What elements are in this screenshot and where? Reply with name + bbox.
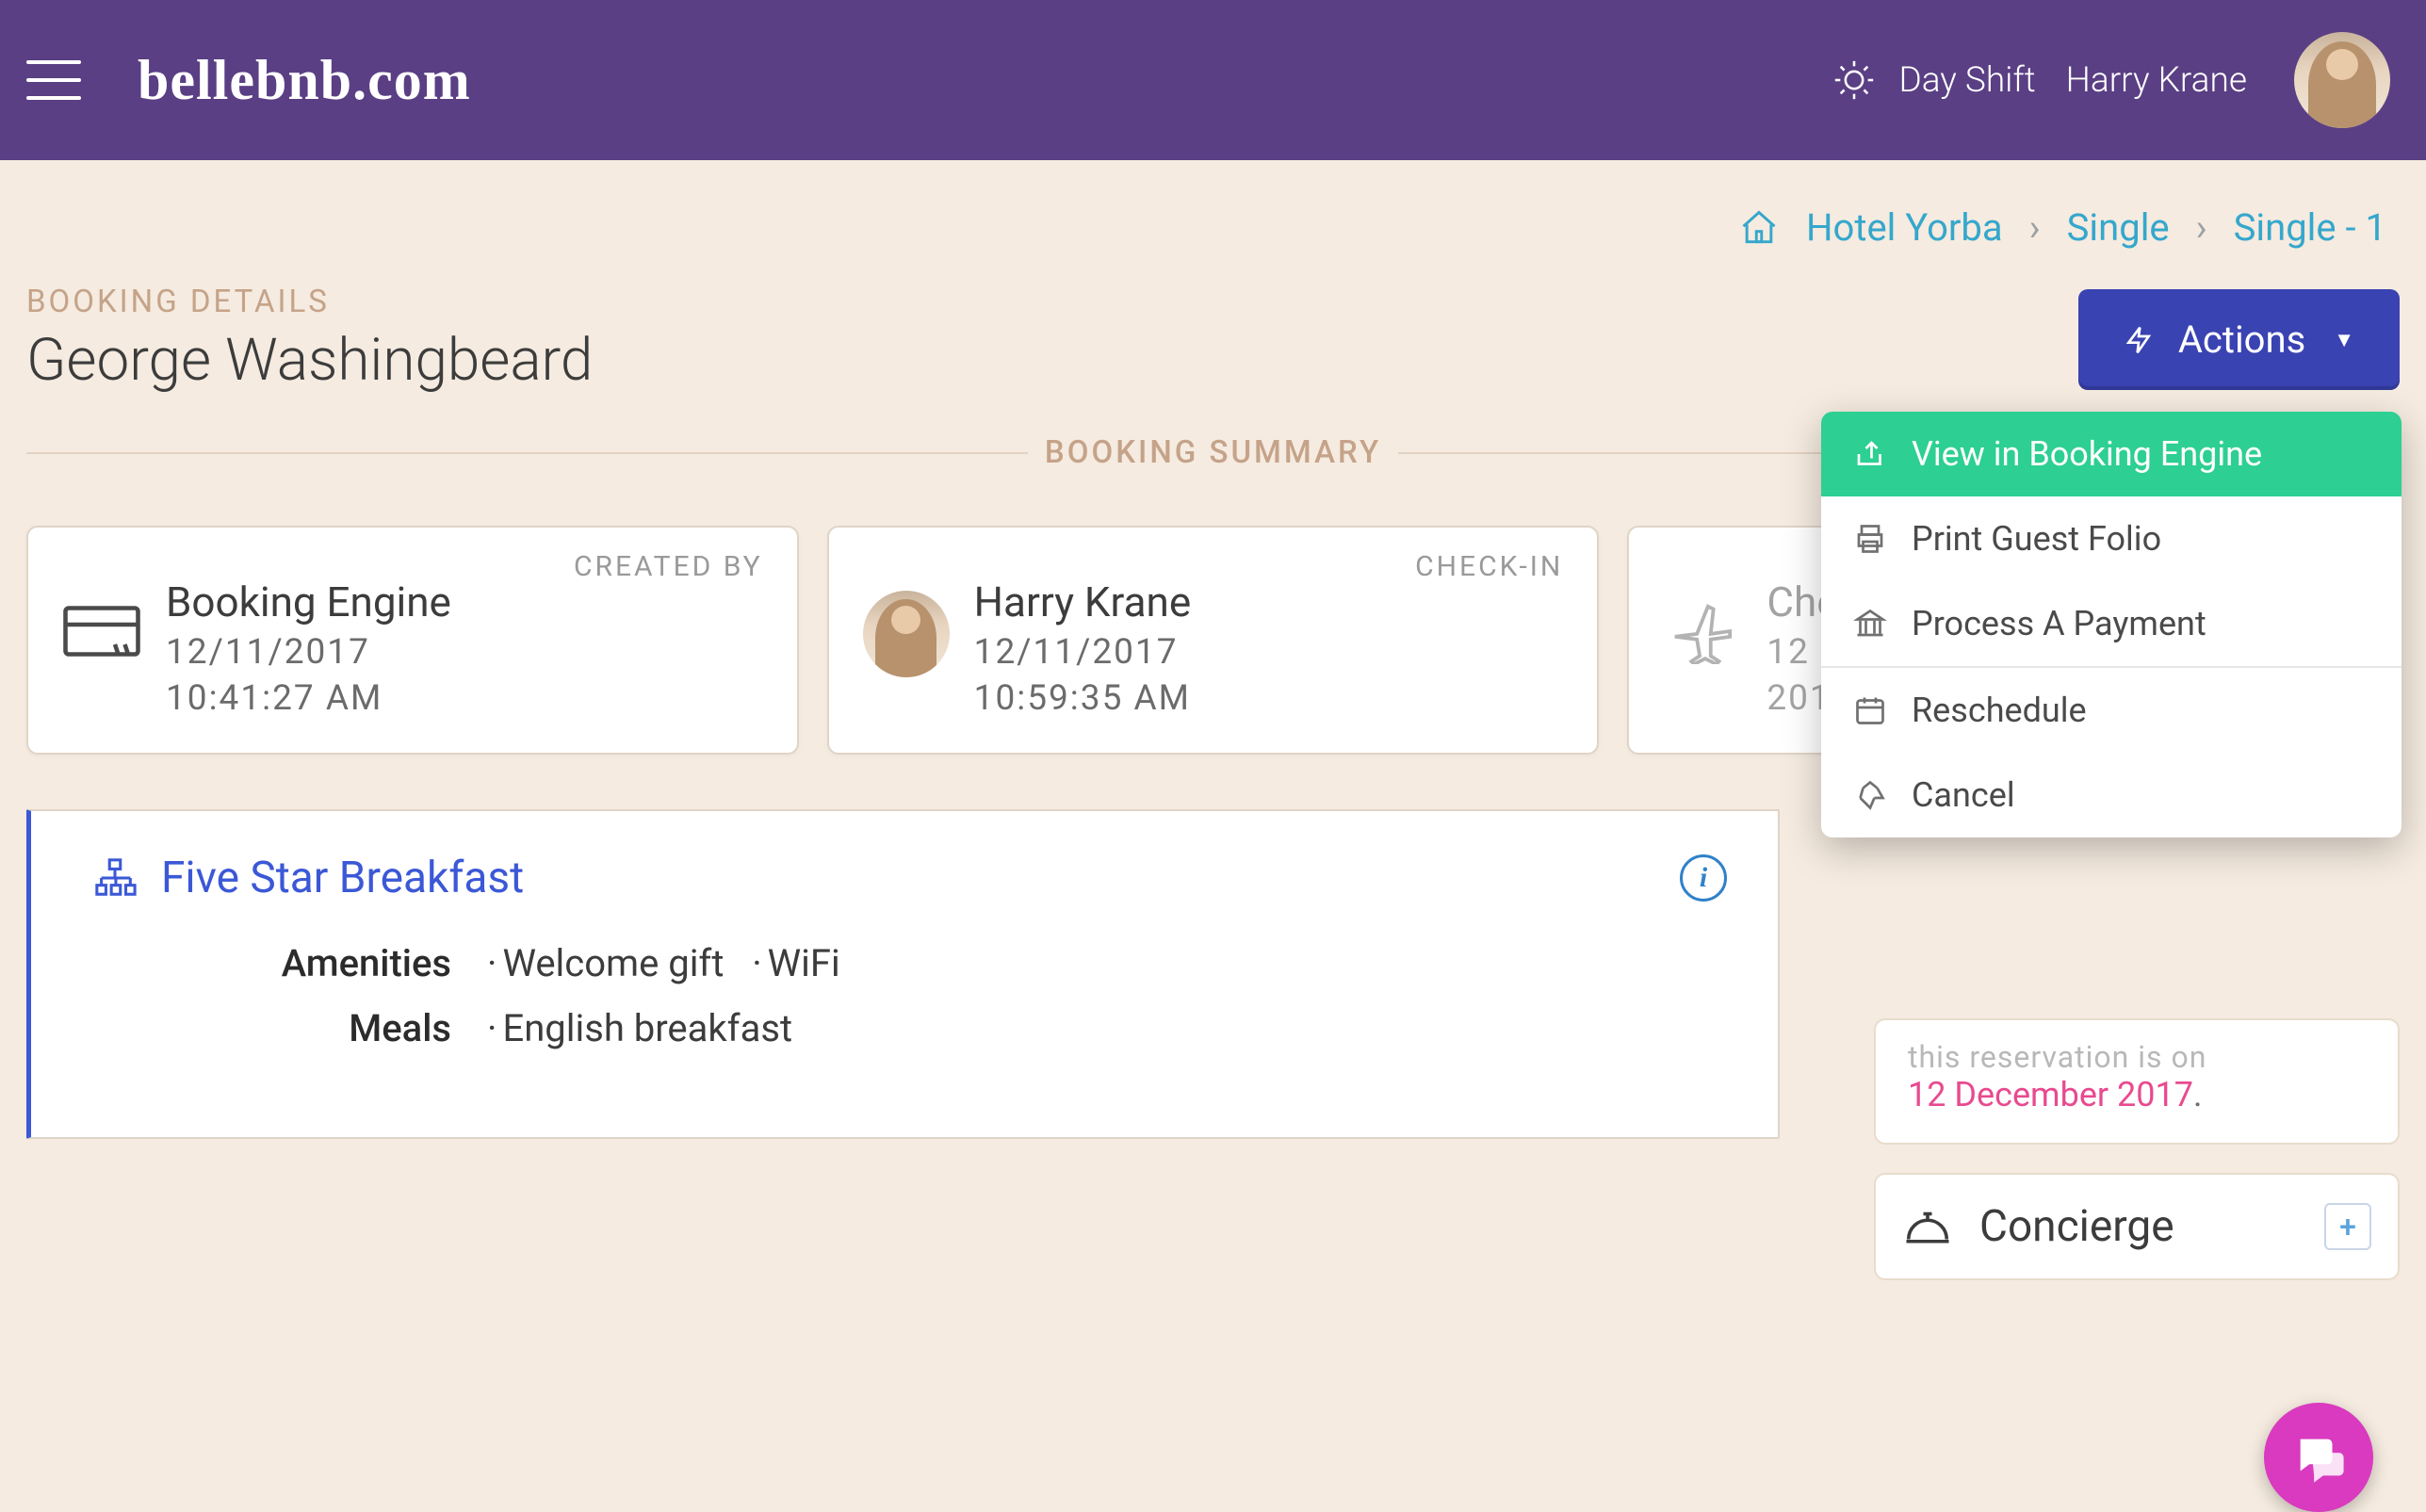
action-cancel[interactable]: Cancel (1821, 753, 2402, 837)
app-header: bellebnb.com Day Shift Harry Krane (0, 0, 2426, 160)
calendar-icon (1853, 693, 1887, 727)
actions-button[interactable]: Actions ▼ (2078, 289, 2400, 390)
info-icon[interactable]: i (1680, 854, 1727, 902)
action-print-folio[interactable]: Print Guest Folio (1821, 496, 2402, 581)
shift-indicator[interactable]: Day Shift (1833, 59, 2036, 101)
page-title: George Washingbeard (26, 326, 593, 395)
breadcrumb-roomtype[interactable]: Single (2067, 205, 2170, 250)
meals-list: ·English breakfast (487, 1006, 792, 1050)
section-label: BOOKING DETAILS (26, 284, 593, 320)
recycle-icon (1853, 778, 1887, 812)
concierge-card: Concierge + (1874, 1173, 2400, 1280)
bank-icon (1853, 607, 1887, 641)
plane-icon (1663, 598, 1742, 664)
bell-icon (1902, 1203, 1953, 1250)
action-reschedule[interactable]: Reschedule (1821, 668, 2402, 753)
sitemap-icon (93, 856, 137, 900)
breadcrumb: Hotel Yorba › Single › Single - 1 (0, 160, 2426, 250)
chevron-right-icon: › (2196, 205, 2207, 250)
concierge-add-button[interactable]: + (2324, 1203, 2371, 1250)
share-icon (1853, 437, 1887, 471)
sun-icon (1833, 59, 1875, 101)
printer-icon (1853, 522, 1887, 556)
lightning-icon (2124, 319, 2154, 361)
chat-fab[interactable] (2264, 1403, 2373, 1512)
chevron-right-icon: › (2029, 205, 2041, 250)
header-username[interactable]: Harry Krane (2066, 60, 2247, 101)
action-view-in-engine[interactable]: View in Booking Engine (1821, 412, 2402, 496)
breadcrumb-room[interactable]: Single - 1 (2234, 205, 2386, 250)
package-panel: Five Star Breakfast i Amenities ·Welcome… (26, 809, 1780, 1139)
menu-toggle[interactable] (26, 53, 81, 107)
actions-dropdown: View in Booking Engine Print Guest Folio… (1821, 412, 2402, 837)
chat-icon (2291, 1430, 2346, 1485)
card-check-in: CHECK-IN Harry Krane 12/11/2017 10:59:35… (827, 526, 1600, 755)
amenities-list: ·Welcome gift ·WiFi (487, 941, 840, 985)
package-name-link[interactable]: Five Star Breakfast (93, 853, 524, 903)
staff-avatar (863, 591, 950, 677)
reservation-note: this reservation is on 12 December 2017. (1874, 1018, 2400, 1145)
logo[interactable]: bellebnb.com (138, 48, 471, 113)
breadcrumb-hotel[interactable]: Hotel Yorba (1806, 205, 2003, 250)
card-created-by: CREATED BY Booking Engine 12/11/2017 10:… (26, 526, 799, 755)
home-icon (1738, 207, 1780, 249)
caret-down-icon: ▼ (2334, 328, 2354, 352)
action-process-payment[interactable]: Process A Payment (1821, 581, 2402, 666)
calculator-icon (62, 598, 141, 664)
user-avatar[interactable] (2294, 32, 2390, 128)
